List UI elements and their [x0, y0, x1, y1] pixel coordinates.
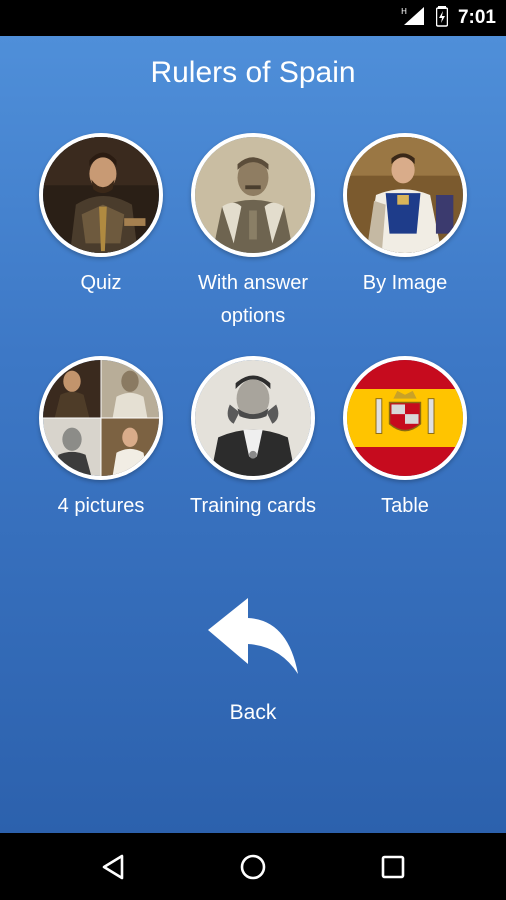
menu-label-quiz: Quiz — [80, 272, 122, 294]
spain-flag-icon — [343, 356, 467, 480]
gentleman-portrait-icon — [191, 356, 315, 480]
menu-item-training-cards[interactable]: Training cards — [168, 356, 338, 523]
menu-item-by-image[interactable]: By Image — [320, 133, 490, 300]
collage-portrait-icon — [39, 356, 163, 480]
back-arrow-icon — [206, 598, 300, 682]
recents-square-icon[interactable] — [376, 850, 410, 884]
menu-label-with-answer-options: With answer options — [197, 272, 309, 327]
status-time: 7:01 — [457, 7, 496, 28]
menu-item-quiz[interactable]: Quiz — [16, 133, 186, 300]
menu-label-table: Table — [381, 495, 429, 517]
signal-h-icon: H — [400, 5, 426, 32]
page-title: Rulers of Spain — [150, 56, 356, 89]
general-portrait-icon — [191, 133, 315, 257]
svg-text:H: H — [401, 7, 407, 16]
menu-label-by-image: By Image — [362, 272, 448, 294]
main-screen: Rulers of Spain Quiz With answer options… — [0, 36, 506, 833]
menu-item-4-pictures[interactable]: 4 pictures — [16, 356, 186, 523]
menu-item-table[interactable]: Table — [320, 356, 490, 523]
home-circle-icon[interactable] — [236, 850, 270, 884]
knight-portrait-icon — [39, 133, 163, 257]
menu-label-4-pictures: 4 pictures — [57, 495, 145, 517]
navigation-bar — [0, 833, 506, 900]
status-icons: H 7:01 — [400, 0, 496, 36]
back-button[interactable]: Back — [183, 596, 323, 725]
back-label: Back — [229, 701, 277, 724]
back-triangle-icon[interactable] — [98, 850, 132, 884]
menu-item-with-answer-options[interactable]: With answer options — [168, 133, 338, 333]
status-bar: H 7:01 — [0, 0, 506, 36]
menu-label-training-cards: Training cards — [190, 495, 316, 517]
king-portrait-icon — [343, 133, 467, 257]
battery-icon — [435, 5, 449, 32]
